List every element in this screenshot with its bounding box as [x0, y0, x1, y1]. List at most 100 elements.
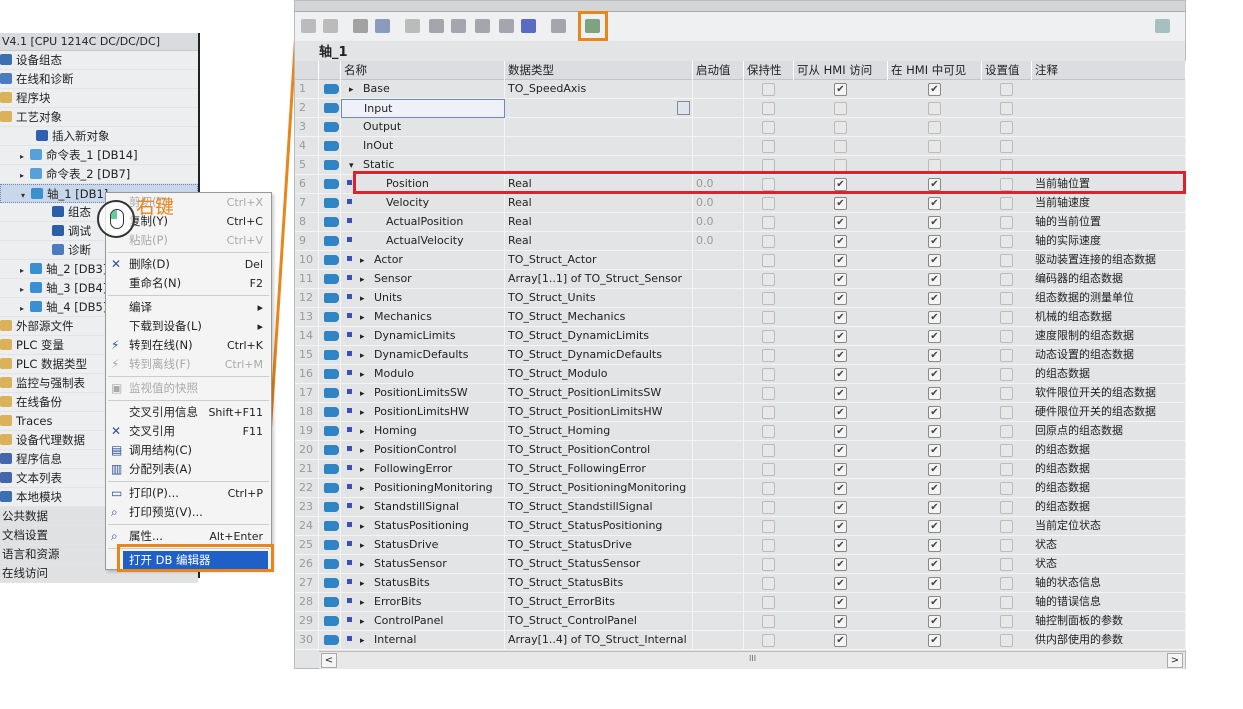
retain-checkbox[interactable] [762, 615, 775, 628]
column-header[interactable]: 注释 [1032, 61, 1186, 80]
column-header[interactable]: 启动值 [693, 61, 744, 80]
name-cell[interactable]: ▸ StandstillSignal [341, 498, 505, 517]
menu-item[interactable]: ▤ 调用结构(C) [106, 441, 271, 460]
toolbar-button-icon[interactable] [475, 19, 490, 33]
hmi-visible-checkbox[interactable]: ✔ [928, 539, 941, 552]
start-value-cell[interactable] [693, 631, 744, 650]
menu-item[interactable]: ⚡ 转到离线(F) Ctrl+M [106, 355, 271, 374]
setpoint-checkbox[interactable] [1000, 292, 1013, 305]
hmi-accessible-checkbox[interactable] [834, 121, 847, 134]
table-row[interactable]: 24 ▸ StatusPositioning TO_Struct_StatusPosi… [295, 517, 1186, 536]
menu-item[interactable]: ▣ 监视值的快照 [106, 379, 271, 398]
retain-checkbox[interactable] [762, 558, 775, 571]
type-cell[interactable]: TO_Struct_PositionLimitsSW [505, 384, 693, 403]
setpoint-checkbox[interactable] [1000, 254, 1013, 267]
retain-checkbox[interactable] [762, 83, 775, 96]
expand-arrow-icon[interactable]: ▸ [360, 518, 374, 536]
expand-arrow-icon[interactable]: ▸ [349, 81, 363, 99]
expand-arrow-icon[interactable]: ▸ [360, 423, 374, 441]
hmi-visible-checkbox[interactable] [928, 102, 941, 115]
name-cell[interactable]: ▸ Sensor [341, 270, 505, 289]
comment-cell[interactable]: 的组态数据 [1032, 365, 1186, 384]
type-cell[interactable]: TO_Struct_StatusBits [505, 574, 693, 593]
hmi-accessible-checkbox[interactable]: ✔ [834, 292, 847, 305]
scroll-thumb-grip[interactable]: III [749, 654, 756, 663]
hmi-accessible-checkbox[interactable]: ✔ [834, 83, 847, 96]
setpoint-checkbox[interactable] [1000, 577, 1013, 590]
hmi-visible-checkbox[interactable]: ✔ [928, 406, 941, 419]
comment-cell[interactable] [1032, 137, 1186, 156]
name-cell[interactable]: ▸ DynamicDefaults [341, 346, 505, 365]
retain-checkbox[interactable] [762, 444, 775, 457]
expand-arrow-icon[interactable]: ▸ [360, 499, 374, 517]
comment-cell[interactable]: 硬件限位开关的组态数据 [1032, 403, 1186, 422]
expand-arrow-icon[interactable]: ▸ [360, 385, 374, 403]
hmi-visible-checkbox[interactable]: ✔ [928, 330, 941, 343]
expand-arrow-icon[interactable]: ▸ [360, 537, 374, 555]
name-cell[interactable]: ▸ StatusDrive [341, 536, 505, 555]
setpoint-checkbox[interactable] [1000, 520, 1013, 533]
retain-checkbox[interactable] [762, 425, 775, 438]
setpoint-checkbox[interactable] [1000, 311, 1013, 324]
setpoint-checkbox[interactable] [1000, 482, 1013, 495]
comment-cell[interactable]: 状态 [1032, 536, 1186, 555]
hmi-visible-checkbox[interactable]: ✔ [928, 273, 941, 286]
setpoint-checkbox[interactable] [1000, 634, 1013, 647]
comment-cell[interactable]: 轴的当前位置 [1032, 213, 1186, 232]
start-value-cell[interactable] [693, 80, 744, 99]
hmi-accessible-checkbox[interactable]: ✔ [834, 197, 847, 210]
table-row[interactable]: 20 ▸ PositionControl TO_Struct_PositionCont… [295, 441, 1186, 460]
setpoint-checkbox[interactable] [1000, 83, 1013, 96]
table-row[interactable]: 21 ▸ FollowingError TO_Struct_FollowingErro… [295, 460, 1186, 479]
expand-arrow-icon[interactable]: ▸ [360, 613, 374, 631]
type-cell[interactable]: TO_SpeedAxis [505, 80, 693, 99]
type-cell[interactable]: TO_Struct_Units [505, 289, 693, 308]
hmi-accessible-checkbox[interactable]: ✔ [834, 368, 847, 381]
toolbar-button-icon[interactable] [451, 19, 466, 33]
retain-checkbox[interactable] [762, 140, 775, 153]
start-value-cell[interactable] [693, 365, 744, 384]
hmi-accessible-checkbox[interactable]: ✔ [834, 444, 847, 457]
name-cell[interactable]: ▸ PositionLimitsSW [341, 384, 505, 403]
retain-checkbox[interactable] [762, 482, 775, 495]
hmi-visible-checkbox[interactable]: ✔ [928, 254, 941, 267]
expand-arrow-icon[interactable]: ▸ [360, 366, 374, 384]
start-value-cell[interactable] [693, 346, 744, 365]
table-row[interactable]: 1 ▸ Base TO_SpeedAxis ✔ ✔ [295, 80, 1186, 99]
table-row[interactable]: 14 ▸ DynamicLimits TO_Struct_DynamicLimits ✔… [295, 327, 1186, 346]
column-header[interactable] [295, 61, 319, 80]
table-row[interactable]: 15 ▸ DynamicDefaults TO_Struct_DynamicDefau… [295, 346, 1186, 365]
table-row[interactable]: 16 ▸ Modulo TO_Struct_Modulo ✔ ✔ 的组态数据 [295, 365, 1186, 384]
start-value-cell[interactable] [693, 308, 744, 327]
start-value-cell[interactable] [693, 137, 744, 156]
table-row[interactable]: 29 ▸ ControlPanel TO_Struct_ControlPanel ✔ ✔ 轴… [295, 612, 1186, 631]
hmi-visible-checkbox[interactable]: ✔ [928, 558, 941, 571]
column-header[interactable]: 在 HMI 中可见 [888, 61, 982, 80]
hmi-accessible-checkbox[interactable]: ✔ [834, 615, 847, 628]
toolbar-layout-icon[interactable] [1155, 19, 1170, 33]
name-cell[interactable]: ▸ StatusBits [341, 574, 505, 593]
setpoint-checkbox[interactable] [1000, 216, 1013, 229]
retain-checkbox[interactable] [762, 311, 775, 324]
toolbar-button-icon[interactable] [499, 19, 514, 33]
comment-cell[interactable]: 软件限位开关的组态数据 [1032, 384, 1186, 403]
name-cell[interactable]: ▸ Units [341, 289, 505, 308]
expand-arrow-icon[interactable]: ▸ [360, 461, 374, 479]
start-value-cell[interactable] [693, 441, 744, 460]
type-cell[interactable]: TO_Struct_PositionControl [505, 441, 693, 460]
expand-arrow-icon[interactable]: ▸ [360, 404, 374, 422]
type-cell[interactable]: TO_Struct_PositionLimitsHW [505, 403, 693, 422]
hmi-visible-checkbox[interactable]: ✔ [928, 596, 941, 609]
hmi-accessible-checkbox[interactable]: ✔ [834, 596, 847, 609]
table-row[interactable]: 8 ActualPosition Real 0.0 ✔ ✔ 轴的当前位置 [295, 213, 1186, 232]
comment-cell[interactable] [1032, 118, 1186, 137]
start-value-cell[interactable] [693, 574, 744, 593]
hmi-accessible-checkbox[interactable]: ✔ [834, 463, 847, 476]
table-row[interactable]: 27 ▸ StatusBits TO_Struct_StatusBits ✔ ✔ 轴的状态信… [295, 574, 1186, 593]
retain-checkbox[interactable] [762, 254, 775, 267]
table-row[interactable]: 11 ▸ Sensor Array[1..1] of TO_Struct_Sensor… [295, 270, 1186, 289]
expand-arrow-icon[interactable]: ▸ [360, 594, 374, 612]
toolbar-button-icon[interactable] [301, 19, 316, 33]
start-value-cell[interactable] [693, 612, 744, 631]
scroll-right-button[interactable]: > [1167, 653, 1183, 668]
